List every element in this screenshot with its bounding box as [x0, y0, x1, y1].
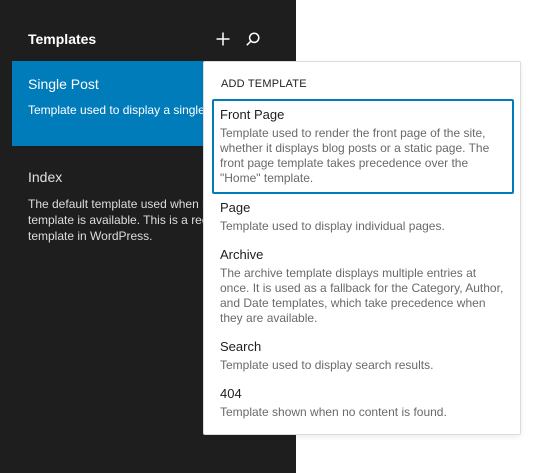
- menu-item-404[interactable]: 404 Template shown when no content is fo…: [212, 386, 514, 420]
- menu-item-front-page[interactable]: Front Page Template used to render the f…: [212, 99, 514, 194]
- sidebar-title: Templates: [28, 31, 97, 47]
- plus-icon: [216, 32, 230, 46]
- search-icon: [246, 32, 260, 46]
- menu-item-description: The archive template displays multiple e…: [220, 266, 504, 325]
- search-templates-button[interactable]: [242, 28, 264, 50]
- menu-item-archive[interactable]: Archive The archive template displays mu…: [212, 247, 514, 326]
- menu-item-page[interactable]: Page Template used to display individual…: [212, 200, 514, 234]
- add-template-menu: ADD TEMPLATE Front Page Template used to…: [203, 61, 521, 435]
- menu-item-label: 404: [220, 386, 242, 401]
- menu-item-label: Page: [220, 200, 251, 215]
- menu-item-label: Search: [220, 339, 262, 354]
- menu-item-label: Front Page: [220, 107, 285, 122]
- menu-item-description: Template shown when no content is found.: [220, 405, 447, 419]
- menu-item-search[interactable]: Search Template used to display search r…: [212, 339, 514, 373]
- menu-item-description: Template used to render the front page o…: [220, 126, 490, 185]
- menu-heading: ADD TEMPLATE: [221, 78, 307, 90]
- add-template-button[interactable]: [212, 28, 234, 50]
- menu-item-label: Archive: [220, 247, 264, 262]
- menu-item-description: Template used to display search results.: [220, 358, 434, 372]
- menu-item-description: Template used to display individual page…: [220, 219, 445, 233]
